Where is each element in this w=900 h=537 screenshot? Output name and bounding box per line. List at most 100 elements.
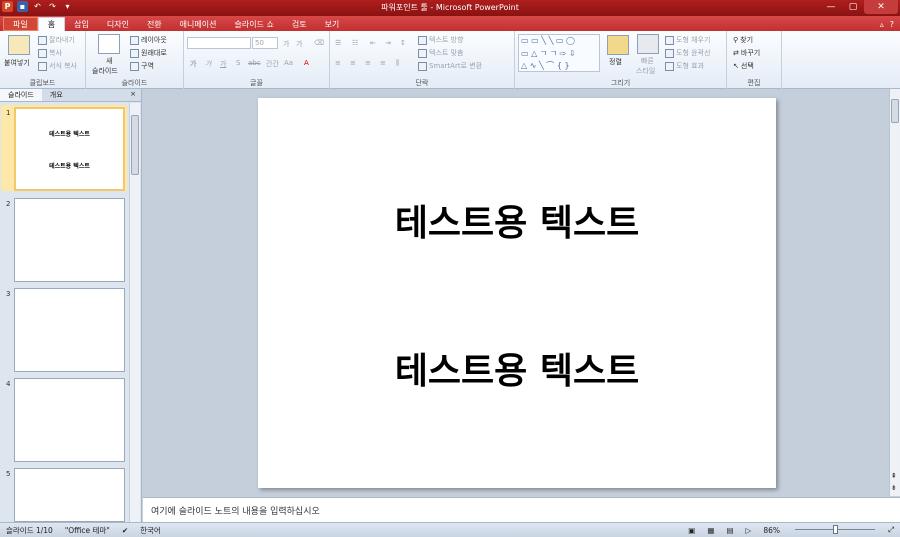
slide-canvas[interactable]: 테스트용 텍스트 테스트용 텍스트 [258, 98, 776, 488]
binoculars-icon: ⚲ [733, 36, 739, 44]
pane-close-icon[interactable]: × [125, 89, 141, 101]
fit-window-icon[interactable]: ⤢ [882, 525, 900, 535]
thumb-number: 3 [6, 290, 11, 298]
indent-increase-icon[interactable]: ⇥ [385, 39, 391, 47]
cut-button[interactable]: 잘라내기 [38, 35, 75, 45]
underline-button[interactable]: 가 [220, 59, 226, 69]
indent-decrease-icon[interactable]: ⇤ [370, 39, 376, 47]
zoom-level[interactable]: 86% [757, 526, 786, 535]
reset-button[interactable]: 원래대로 [130, 48, 167, 58]
change-case-button[interactable]: Aa [284, 59, 293, 67]
help-icon[interactable]: ? [890, 20, 894, 29]
editor-scroll-thumb[interactable] [891, 99, 899, 123]
quick-styles-icon[interactable] [637, 34, 659, 54]
slideshow-view-icon[interactable]: ▷ [740, 526, 758, 535]
font-color-icon[interactable]: A [304, 59, 309, 67]
tab-insert[interactable]: 삽입 [65, 17, 98, 31]
close-button[interactable]: ✕ [864, 0, 898, 14]
select-button[interactable]: ↖ 선택 [733, 61, 754, 71]
clear-format-icon[interactable]: ⌫ [314, 39, 324, 47]
quick-styles-label-1[interactable]: 빠른 [641, 56, 654, 66]
tab-file[interactable]: 파일 [3, 17, 38, 31]
new-slide-label-1[interactable]: 새 [106, 56, 112, 66]
maximize-button[interactable]: ▢ [842, 0, 864, 14]
prev-slide-icon[interactable]: ⇞ [891, 472, 897, 480]
columns-icon[interactable]: ⫼ [396, 59, 399, 68]
tab-slideshow[interactable]: 슬라이드 쇼 [225, 17, 282, 31]
align-center-icon[interactable]: ≡ [350, 59, 356, 67]
justify-icon[interactable]: ≡ [380, 59, 386, 67]
bullets-icon[interactable]: ☰ [335, 39, 341, 47]
slide-thumbnail-2[interactable] [14, 198, 125, 282]
slide-text-2[interactable]: 테스트용 텍스트 [258, 342, 776, 394]
notes-pane[interactable]: 여기에 슬라이드 노트의 내용을 입력하십시오 [143, 497, 900, 522]
ribbon: 붙여넣기 잘라내기 복사 서식 복사 클립보드 새 슬라이드 레이아웃 원래대로… [0, 31, 900, 89]
smartart-button[interactable]: SmartArt로 변환 [418, 61, 482, 71]
replace-button[interactable]: ⇄ 바꾸기 [733, 48, 760, 58]
format-painter-button[interactable]: 서식 복사 [38, 61, 77, 71]
layout-button[interactable]: 레이아웃 [130, 35, 167, 45]
shape-fill-button[interactable]: 도형 채우기 [665, 35, 710, 45]
tab-view[interactable]: 보기 [316, 17, 349, 31]
tab-slides[interactable]: 슬라이드 [0, 89, 42, 101]
text-direction-button[interactable]: 텍스트 방향 [418, 35, 463, 45]
tab-outline[interactable]: 개요 [42, 89, 71, 101]
next-slide-icon[interactable]: ⇟ [891, 484, 897, 492]
section-button[interactable]: 구역 [130, 61, 154, 71]
spellcheck-icon[interactable]: ✔ [116, 526, 134, 535]
language-indicator[interactable]: 한국어 [134, 525, 167, 536]
tab-transitions[interactable]: 전환 [138, 17, 171, 31]
thumb-number: 5 [6, 470, 11, 478]
drawing-group: ▭ ▭ ╲ ╲ ▭ ◯ ▭ △ ㄱ ㄱ ⇨ ⇩ △ ∿ ╲ ⌒ { } 정렬 빠… [515, 31, 727, 89]
paste-button[interactable]: 붙여넣기 [4, 58, 30, 68]
pane-scrollbar[interactable] [129, 103, 140, 522]
char-spacing-button[interactable]: 간간 [266, 59, 279, 69]
shrink-font-button[interactable]: 가 [296, 39, 302, 49]
slide-thumbnail-1[interactable]: 테스트용 텍스트 테스트용 텍스트 [14, 107, 125, 191]
new-slide-icon[interactable] [98, 34, 120, 54]
align-text-button[interactable]: 텍스트 맞춤 [418, 48, 463, 58]
reading-view-icon[interactable]: ▤ [720, 526, 739, 535]
brush-icon [38, 61, 47, 71]
align-right-icon[interactable]: ≡ [365, 59, 371, 67]
slide-indicator: 슬라이드 1/10 [6, 525, 53, 535]
slide-thumbnail-4[interactable] [14, 378, 125, 462]
copy-button[interactable]: 복사 [38, 48, 62, 58]
paragraph-label: 단락 [415, 79, 429, 87]
align-left-icon[interactable]: ≡ [335, 59, 341, 67]
tab-design[interactable]: 디자인 [98, 17, 138, 31]
fill-icon [665, 35, 674, 45]
shape-outline-button[interactable]: 도형 윤곽선 [665, 48, 710, 58]
tab-animations[interactable]: 애니메이션 [171, 17, 226, 31]
font-size-combo[interactable]: 50 [252, 37, 278, 49]
new-slide-label-2[interactable]: 슬라이드 [92, 66, 118, 76]
font-label: 글꼴 [250, 79, 263, 87]
pane-scroll-thumb[interactable] [131, 115, 139, 175]
drawing-label: 그리기 [610, 79, 631, 87]
shape-effects-button[interactable]: 도형 효과 [665, 61, 704, 71]
find-button[interactable]: ⚲ 찾기 [733, 35, 753, 45]
slide-thumbnail-3[interactable] [14, 288, 125, 372]
font-name-combo[interactable] [187, 37, 251, 49]
strikethrough-button[interactable]: abc [248, 59, 261, 67]
quick-styles-label-2[interactable]: 스타일 [636, 66, 655, 76]
tab-review[interactable]: 검토 [283, 17, 316, 31]
paste-icon[interactable] [8, 35, 30, 55]
italic-button[interactable]: 가 [205, 59, 211, 69]
editor-scrollbar[interactable]: ⇞ ⇟ [889, 89, 900, 496]
arrange-button[interactable]: 정렬 [609, 57, 622, 67]
minimize-button[interactable]: — [820, 0, 842, 14]
slide-thumbnail-5[interactable] [14, 468, 125, 522]
slide-text-1[interactable]: 테스트용 텍스트 [258, 194, 776, 246]
bold-button[interactable]: 가 [190, 59, 196, 69]
sorter-view-icon[interactable]: ▦ [701, 526, 720, 535]
arrange-icon[interactable] [607, 35, 629, 55]
normal-view-icon[interactable]: ▣ [682, 526, 701, 535]
tab-home[interactable]: 홈 [37, 17, 66, 31]
shadow-button[interactable]: S [236, 59, 240, 67]
line-spacing-icon[interactable]: ↕ [400, 39, 406, 47]
minimize-ribbon-icon[interactable]: ▵ [880, 20, 884, 29]
zoom-slider-knob[interactable] [833, 525, 838, 534]
numbering-icon[interactable]: ☷ [352, 39, 358, 47]
grow-font-button[interactable]: 가 [283, 39, 289, 49]
